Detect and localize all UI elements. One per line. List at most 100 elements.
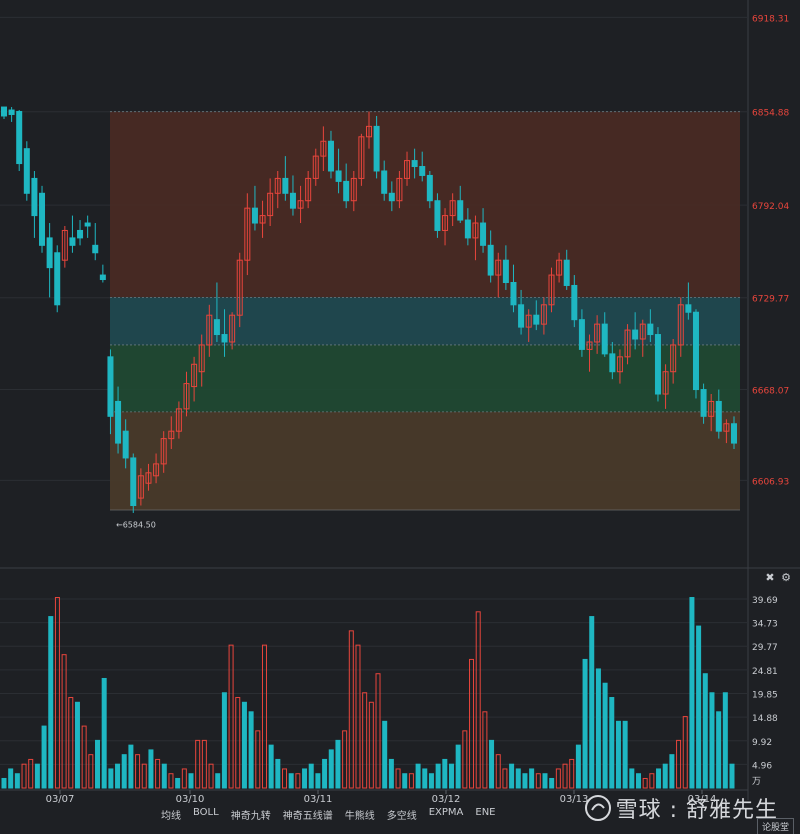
volume-bar bbox=[635, 773, 641, 789]
volume-bar bbox=[549, 777, 555, 789]
candle-body bbox=[632, 329, 639, 340]
volume-bar bbox=[342, 730, 348, 789]
volume-bar bbox=[135, 754, 141, 789]
candle-body bbox=[69, 237, 76, 246]
toolbar-item-bull-bear[interactable]: 牛熊线 bbox=[339, 806, 381, 822]
candle-body bbox=[388, 192, 395, 202]
volume-bar bbox=[368, 701, 374, 789]
toolbar-item-td9[interactable]: 神奇九转 bbox=[225, 806, 277, 822]
candle-body bbox=[107, 356, 114, 417]
x-axis-label: 03/07 bbox=[46, 794, 75, 805]
candle-body bbox=[510, 282, 517, 306]
toolbar-item-boll[interactable]: BOLL bbox=[187, 806, 225, 822]
candle-body bbox=[419, 166, 426, 176]
toolbar-item-expma[interactable]: EXPMA bbox=[423, 806, 470, 822]
volume-bar bbox=[435, 763, 441, 789]
volume-bar bbox=[689, 597, 695, 789]
volume-bar bbox=[208, 763, 214, 789]
volume-bar bbox=[115, 763, 121, 789]
volume-bar bbox=[155, 758, 161, 789]
volume-bar bbox=[716, 711, 722, 789]
gear-icon[interactable]: ⚙ bbox=[780, 572, 792, 584]
volume-bar bbox=[415, 763, 421, 789]
candle-body bbox=[335, 170, 342, 182]
volume-axis-label: 34.73 bbox=[752, 620, 778, 630]
volume-bar bbox=[395, 768, 401, 789]
volume-bar bbox=[315, 773, 321, 789]
volume-bar bbox=[221, 692, 227, 789]
candle-body bbox=[1, 106, 7, 117]
candle-body bbox=[39, 192, 46, 246]
volume-bar bbox=[255, 730, 261, 789]
volume-bar bbox=[282, 768, 288, 789]
candle-body bbox=[122, 430, 129, 459]
volume-bar bbox=[288, 773, 294, 789]
candle-body bbox=[692, 311, 699, 391]
toolbar-item-long-short[interactable]: 多空线 bbox=[381, 806, 423, 822]
volume-bar bbox=[1, 777, 7, 789]
price-axis-label: 6918.31 bbox=[752, 14, 789, 24]
volume-bar bbox=[148, 749, 154, 789]
volume-bar bbox=[101, 677, 107, 789]
candle-body bbox=[92, 244, 99, 254]
volume-bar bbox=[241, 701, 247, 789]
candle-body bbox=[77, 229, 84, 239]
volume-bar bbox=[81, 725, 87, 789]
volume-bar bbox=[515, 768, 521, 789]
candle-body bbox=[130, 457, 137, 507]
candle-body bbox=[54, 252, 61, 306]
candle-body bbox=[464, 219, 471, 239]
candle-body bbox=[601, 323, 608, 355]
corner-button[interactable]: 论股堂 bbox=[756, 818, 794, 834]
volume-bar bbox=[569, 758, 575, 789]
volume-bar bbox=[495, 754, 501, 789]
volume-bar bbox=[722, 692, 728, 789]
x-axis-label: 03/12 bbox=[432, 794, 461, 805]
price-axis-label: 6729.77 bbox=[752, 295, 789, 305]
close-icon[interactable]: ✖ bbox=[764, 572, 776, 584]
candle-body bbox=[731, 423, 737, 444]
volume-bar bbox=[275, 758, 281, 789]
volume-bar bbox=[555, 768, 561, 789]
volume-bar bbox=[709, 692, 715, 789]
volume-bar bbox=[41, 725, 47, 789]
price-axis-label: 6668.07 bbox=[752, 386, 789, 396]
volume-bar bbox=[629, 768, 635, 789]
volume-bar bbox=[14, 773, 20, 789]
volume-bar bbox=[448, 763, 454, 789]
volume-bar bbox=[622, 720, 628, 789]
volume-bar bbox=[141, 763, 147, 789]
volume-bar bbox=[161, 763, 167, 789]
toolbar-item-five-lines[interactable]: 神奇五线谱 bbox=[277, 806, 339, 822]
volume-bar bbox=[302, 768, 308, 789]
candle-body bbox=[327, 140, 334, 172]
volume-bar bbox=[21, 763, 27, 789]
toolbar-item-ma[interactable]: 均线 bbox=[155, 806, 187, 822]
volume-bar bbox=[702, 673, 708, 789]
candle-body bbox=[480, 222, 487, 246]
toolbar-item-ene[interactable]: ENE bbox=[469, 806, 501, 822]
band-zone-top bbox=[110, 111, 740, 298]
candle-body bbox=[426, 174, 433, 202]
candle-body bbox=[609, 353, 616, 373]
volume-bar bbox=[28, 758, 34, 789]
volume-bar bbox=[308, 763, 314, 789]
candle-body bbox=[381, 170, 388, 194]
volume-bar bbox=[108, 768, 114, 789]
volume-axis-label: 14.88 bbox=[752, 714, 778, 724]
volume-bar bbox=[295, 773, 301, 789]
volume-bar bbox=[248, 711, 254, 789]
band-zone-bottom bbox=[110, 411, 740, 510]
candle-body bbox=[700, 389, 707, 417]
candle-body bbox=[213, 319, 220, 336]
volume-bar bbox=[482, 711, 488, 789]
volume-bar bbox=[615, 720, 621, 789]
volume-axis-label: 19.85 bbox=[752, 690, 778, 700]
volume-bar bbox=[355, 644, 361, 789]
volume-bar bbox=[375, 673, 381, 789]
volume-axis-label: 24.81 bbox=[752, 667, 778, 677]
volume-bar bbox=[402, 773, 408, 789]
volume-bar bbox=[669, 754, 675, 789]
candle-body bbox=[31, 177, 38, 217]
volume-bar bbox=[235, 697, 241, 789]
